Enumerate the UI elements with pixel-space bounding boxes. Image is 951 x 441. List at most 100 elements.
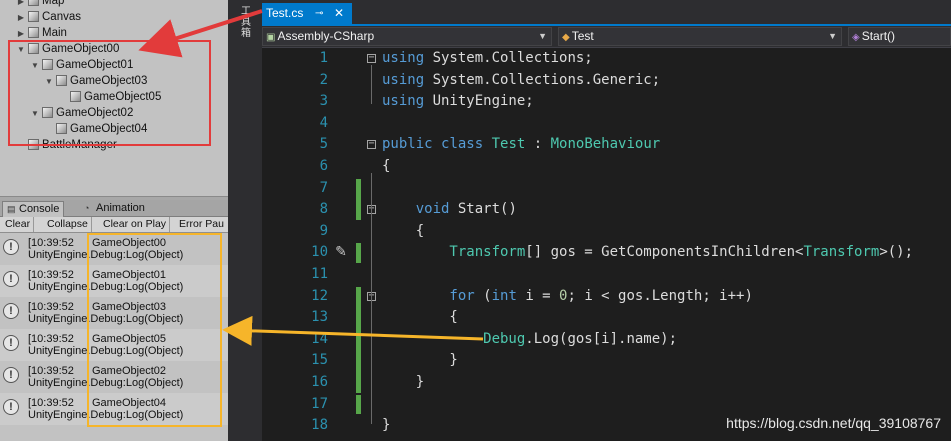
code-line[interactable]: using System.Collections.Generic; bbox=[382, 70, 660, 91]
pin-icon[interactable]: ⊸ bbox=[315, 3, 323, 24]
code-token: [] gos = GetComponentsInChildren< bbox=[525, 244, 804, 261]
gameobject-icon bbox=[28, 0, 39, 6]
collapse-button[interactable]: Collapse bbox=[44, 217, 92, 232]
project-name: Assembly-CSharp bbox=[277, 29, 375, 43]
code-token: using bbox=[382, 71, 433, 88]
code-token: public bbox=[382, 136, 442, 153]
quick-actions-icon[interactable]: ✎ bbox=[332, 242, 350, 260]
line-number: 3 bbox=[319, 93, 328, 110]
unity-panel: ▶ Map ▶ Canvas ▶ Main ▼ GameObject00 ▼ GameObject… bbox=[0, 0, 228, 441]
line-number: 18 bbox=[311, 417, 328, 434]
console-toolbar: Clear Collapse Clear on Play Error Pau bbox=[0, 217, 228, 233]
log-time: [10:39:52 bbox=[28, 269, 74, 281]
code-token: System.Collections.Generic; bbox=[432, 71, 661, 88]
member-dropdown[interactable]: ◈ Start() bbox=[848, 27, 951, 46]
code-line[interactable]: using UnityEngine; bbox=[382, 91, 534, 112]
tab-console[interactable]: ▤ Console bbox=[2, 201, 65, 217]
code-token: Transform bbox=[803, 244, 880, 261]
hierarchy-item-label: Main bbox=[42, 27, 67, 39]
log-time: [10:39:52 bbox=[28, 397, 74, 409]
chevron-down-icon: ▼ bbox=[828, 31, 837, 41]
hierarchy-item[interactable]: ▶ Canvas bbox=[16, 9, 81, 25]
outline-line bbox=[371, 324, 372, 360]
tab-animation-label: Animation bbox=[96, 202, 145, 214]
info-icon: ! bbox=[3, 335, 19, 351]
info-icon: ! bbox=[3, 303, 19, 319]
change-indicator bbox=[356, 243, 361, 263]
code-token: UnityEngine; bbox=[432, 93, 534, 110]
collapse-arrow-icon[interactable]: ▶ bbox=[16, 10, 26, 26]
code-line[interactable]: Transform[] gos = GetComponentsInChildre… bbox=[382, 242, 913, 263]
gameobject-icon bbox=[28, 11, 39, 22]
hierarchy-item[interactable]: ▶ Map bbox=[16, 0, 64, 9]
annotation-red-box bbox=[8, 40, 211, 146]
code-token: { bbox=[382, 158, 391, 174]
code-token: i = bbox=[525, 287, 560, 304]
tab-test-cs[interactable]: Test.cs ⊸ ✕ bbox=[262, 3, 352, 24]
outline-line bbox=[371, 65, 372, 105]
line-number: 11 bbox=[311, 266, 328, 282]
project-dropdown[interactable]: ▣ Assembly-CSharp ▼ bbox=[262, 27, 552, 46]
code-token: for bbox=[382, 287, 484, 304]
line-number: 7 bbox=[319, 179, 328, 196]
code-token: } bbox=[382, 374, 425, 390]
hierarchy-item[interactable]: ▶ Main bbox=[16, 25, 67, 41]
code-token: using bbox=[382, 50, 433, 66]
hierarchy-item-label: Canvas bbox=[42, 11, 81, 23]
line-number: 5 bbox=[319, 136, 328, 153]
code-token: class bbox=[441, 136, 492, 153]
clear-button[interactable]: Clear bbox=[2, 217, 35, 232]
log-time: [10:39:52 bbox=[28, 237, 74, 249]
line-number: 4 bbox=[319, 114, 328, 131]
document-tab-strip: Test.cs ⊸ ✕ bbox=[262, 0, 951, 26]
line-number: 16 bbox=[311, 374, 328, 390]
code-area[interactable]: 1 2 3 4 5 6 7 8 9 10 11 12 13 14 15 16 17 18 using System… bbox=[262, 48, 951, 441]
console-icon: ▤ bbox=[7, 204, 16, 214]
code-line[interactable]: { bbox=[382, 156, 390, 177]
change-indicator bbox=[356, 178, 361, 220]
code-line[interactable]: { bbox=[382, 307, 457, 328]
clear-on-play-button[interactable]: Clear on Play bbox=[100, 217, 171, 232]
vs-toolbox-sidebar bbox=[228, 0, 263, 441]
code-token: Test bbox=[491, 136, 526, 153]
csharp-project-icon: ▣ bbox=[266, 32, 276, 43]
code-line[interactable]: { bbox=[382, 221, 424, 242]
change-indicator bbox=[356, 286, 361, 393]
tab-console-label: Console bbox=[19, 203, 60, 215]
outline-line bbox=[371, 238, 372, 381]
collapse-region-icon[interactable]: − bbox=[367, 53, 376, 63]
code-line[interactable]: public class Test : MonoBehaviour bbox=[382, 134, 660, 155]
code-token: Start bbox=[457, 201, 501, 218]
code-line[interactable]: using System.Collections; bbox=[382, 48, 593, 69]
code-token: () bbox=[500, 201, 517, 218]
error-pause-button[interactable]: Error Pau bbox=[176, 217, 227, 232]
code-token: .Log(gos[i].name); bbox=[525, 330, 678, 347]
code-line[interactable]: } bbox=[382, 350, 458, 371]
code-line[interactable]: for (int i = 0; i < gos.Length; i++) bbox=[382, 286, 752, 307]
code-line[interactable]: } bbox=[382, 415, 390, 436]
code-line[interactable]: void Start() bbox=[382, 199, 517, 220]
code-line[interactable]: Debug.Log(gos[i].name); bbox=[382, 329, 677, 350]
info-icon: ! bbox=[3, 367, 19, 383]
code-token: >(); bbox=[879, 244, 914, 261]
code-token: } bbox=[382, 352, 458, 369]
close-icon[interactable]: ✕ bbox=[334, 3, 344, 24]
info-icon: ! bbox=[3, 399, 19, 415]
class-dropdown[interactable]: ◆ Test ▼ bbox=[558, 27, 842, 46]
line-number: 6 bbox=[319, 158, 328, 174]
line-number: 15 bbox=[311, 352, 328, 369]
chevron-down-icon: ▼ bbox=[538, 31, 547, 41]
method-icon: ◈ bbox=[852, 32, 860, 43]
collapse-region-icon[interactable]: − bbox=[367, 139, 376, 150]
line-number: 9 bbox=[319, 222, 328, 239]
code-editor: Test.cs ⊸ ✕ ▣ Assembly-CSharp ▼ ◆ Test ▼ ◈ St… bbox=[262, 0, 951, 441]
line-number: 12 bbox=[311, 287, 328, 304]
toolbox-label[interactable]: 工具箱 bbox=[241, 6, 251, 39]
code-token: ( bbox=[483, 287, 492, 304]
log-time: [10:39:52 bbox=[28, 301, 74, 313]
tab-animation[interactable]: ◔ Animation bbox=[80, 201, 149, 216]
line-number: 17 bbox=[311, 395, 328, 412]
log-time: [10:39:52 bbox=[28, 365, 74, 377]
code-token: MonoBehaviour bbox=[550, 136, 661, 153]
code-line[interactable]: } bbox=[382, 372, 424, 393]
